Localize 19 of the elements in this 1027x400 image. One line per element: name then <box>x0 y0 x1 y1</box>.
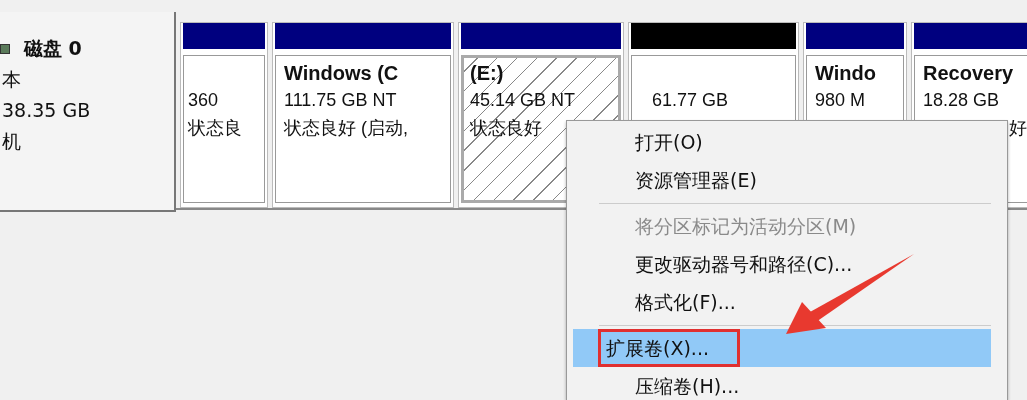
partition-title: Recovery <box>923 61 1015 86</box>
partition-detail: 360 <box>188 89 220 112</box>
partition-detail: 61.77 GB <box>652 89 730 112</box>
partition-detail: 18.28 GB <box>923 89 1001 112</box>
partition-detail: 45.14 GB NT <box>470 89 577 112</box>
partition-title: (E:) <box>470 61 505 86</box>
disk-detail: 本 <box>2 67 22 92</box>
partition-title: Windo <box>815 61 877 86</box>
partition-detail: 980 M <box>815 89 867 112</box>
partition-detail: 好 <box>1008 117 1027 140</box>
disk-detail: 38.35 GB <box>2 98 92 123</box>
highlight-box: 扩展卷(X)... <box>598 329 740 367</box>
disk-detail: 机 <box>2 129 22 154</box>
partition-detail: 状态良好 (启动, <box>284 117 409 140</box>
partition-detail: 111.75 GB NT <box>284 89 398 112</box>
partition-detail: 状态良好 <box>470 117 543 140</box>
partition-title: Windows (C <box>284 61 400 86</box>
disk-name: 磁盘 0 <box>24 36 82 61</box>
partition-detail: 状态良 <box>188 117 243 140</box>
